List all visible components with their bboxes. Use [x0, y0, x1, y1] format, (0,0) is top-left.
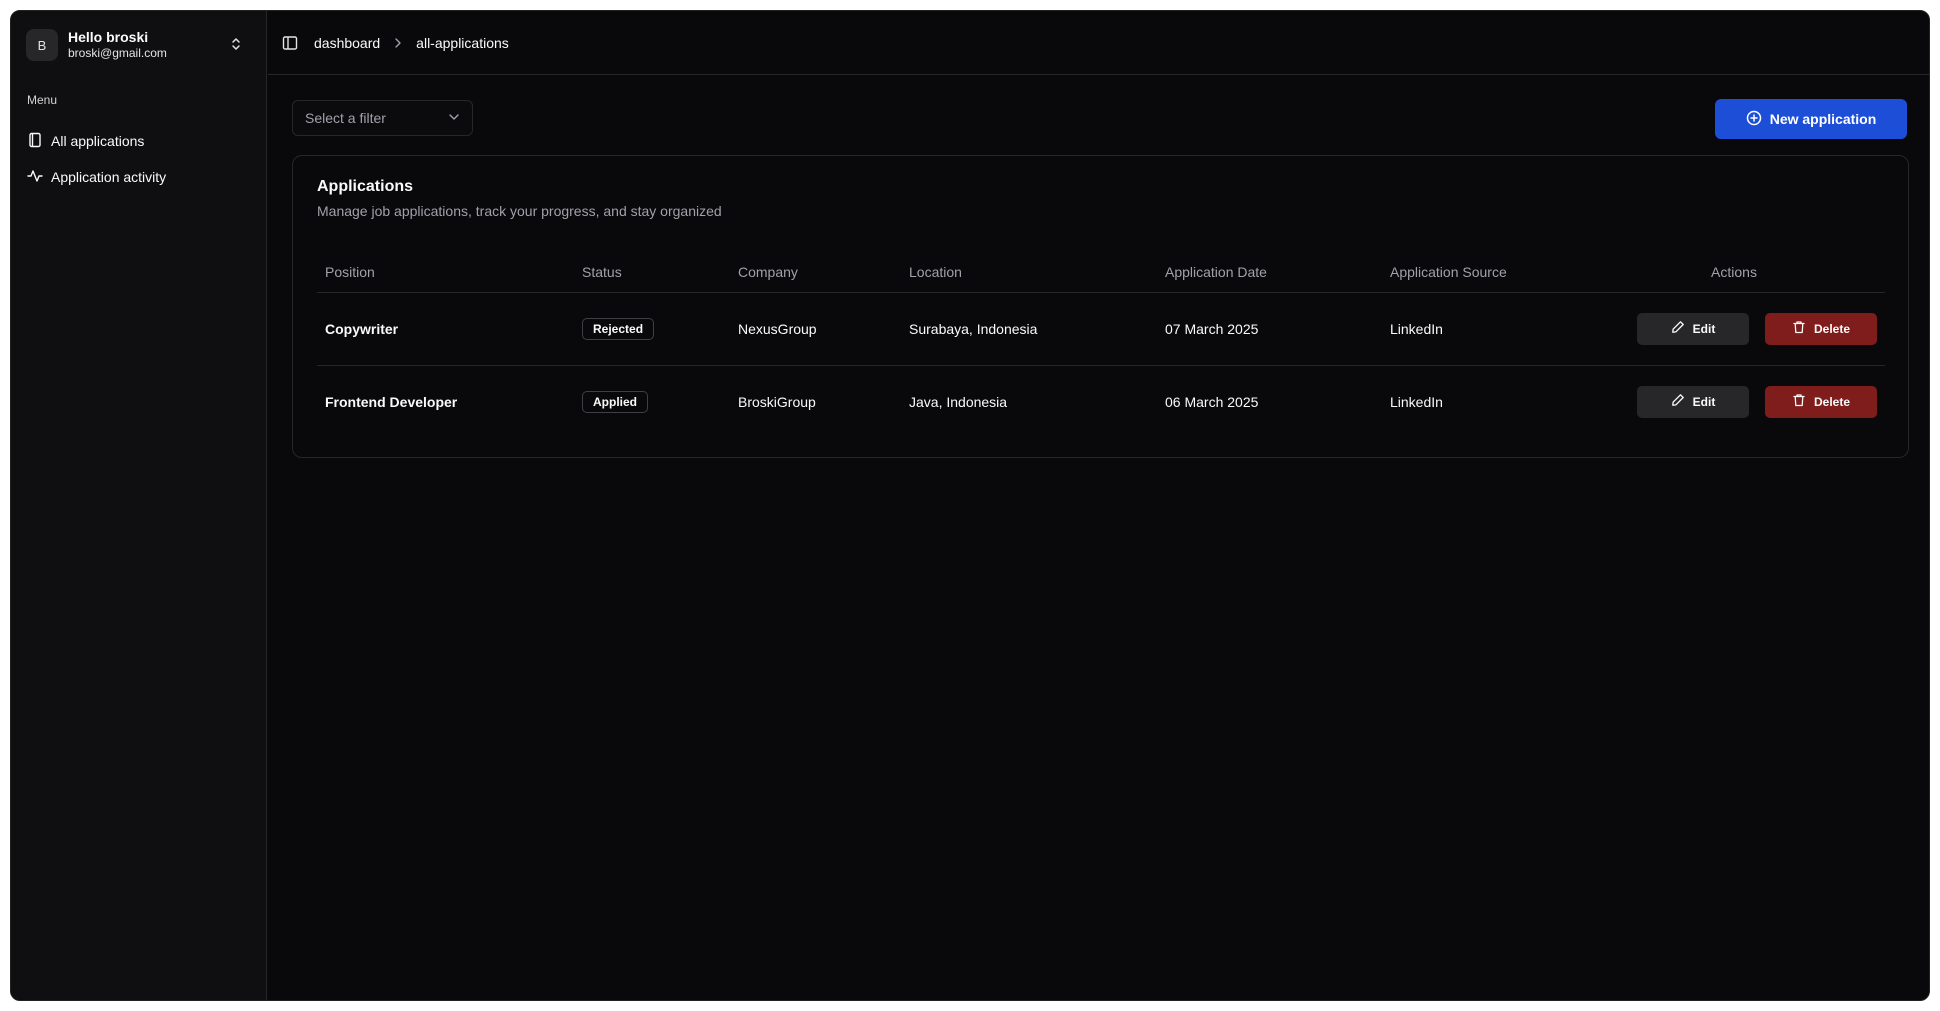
filter-placeholder: Select a filter: [305, 110, 386, 126]
edit-button[interactable]: Edit: [1637, 385, 1749, 418]
cell-source: LinkedIn: [1382, 364, 1583, 438]
activity-icon: [27, 168, 51, 187]
column-header: Application Source: [1382, 252, 1583, 293]
breadcrumb-dashboard[interactable]: dashboard: [314, 35, 380, 51]
column-header: Application Date: [1157, 252, 1382, 293]
delete-label: Delete: [1813, 321, 1851, 336]
sidebar-toggle-icon[interactable]: [280, 33, 300, 53]
cell-company: BroskiGroup: [730, 364, 901, 438]
new-application-label: New application: [1769, 111, 1877, 127]
column-header: Status: [574, 252, 730, 293]
edit-label: Edit: [1692, 321, 1716, 336]
breadcrumb: dashboard all-applications: [314, 35, 509, 51]
cell-company: NexusGroup: [738, 320, 817, 337]
cell-position: Frontend Developer: [317, 364, 574, 438]
chevrons-up-down-icon: [228, 36, 244, 57]
table-row: Frontend Developer Applied BroskiGroup J…: [317, 364, 1885, 438]
cell-source: LinkedIn: [1390, 320, 1443, 337]
cell-date: 06 March 2025: [1157, 364, 1382, 438]
avatar: B: [26, 29, 58, 61]
cell-status: Rejected: [574, 292, 730, 365]
delete-button[interactable]: Delete: [1765, 312, 1877, 345]
edit-label: Edit: [1692, 394, 1716, 409]
sidebar-item-label: Application activity: [51, 169, 167, 185]
trash-icon: [1792, 393, 1814, 410]
pencil-icon: [1671, 320, 1693, 337]
pencil-icon: [1671, 393, 1693, 410]
column-header: Position: [317, 252, 574, 293]
sidebar-item-application-activity[interactable]: Application activity: [21, 162, 257, 192]
table-header-row: Position Status Company Location Applica…: [317, 252, 1885, 293]
breadcrumb-all-applications: all-applications: [416, 34, 509, 51]
column-header: Actions: [1583, 252, 1885, 293]
cell-location: Surabaya, Indonesia: [909, 320, 1038, 337]
delete-button[interactable]: Delete: [1765, 385, 1877, 418]
menu-label: Menu: [27, 93, 58, 107]
delete-label: Delete: [1813, 394, 1851, 409]
sidebar-item-label: All applications: [51, 133, 145, 149]
cell-date: 07 March 2025: [1165, 320, 1259, 337]
trash-icon: [1792, 320, 1814, 337]
top-header: dashboard all-applications: [268, 11, 1929, 75]
new-application-button[interactable]: New application: [1715, 99, 1907, 139]
applications-table: Position Status Company Location Applica…: [317, 252, 1885, 438]
status-badge: Applied: [582, 390, 648, 413]
edit-button[interactable]: Edit: [1637, 312, 1749, 345]
card-title: Applications: [317, 178, 414, 195]
book-icon: [27, 132, 51, 151]
chevron-down-icon: [448, 110, 460, 126]
cell-actions: Edit Delete: [1583, 364, 1885, 438]
status-badge: Rejected: [582, 317, 655, 340]
chevron-right-icon: [392, 37, 404, 49]
cell-actions: Edit Delete: [1583, 292, 1885, 365]
user-name: Hello broski: [68, 28, 149, 45]
user-email: broski@gmail.com: [68, 46, 167, 61]
cell-position: Copywriter: [325, 320, 399, 337]
applications-card: Applications Manage job applications, tr…: [292, 155, 1909, 458]
sidebar-item-all-applications[interactable]: All applications: [21, 126, 257, 156]
sidebar: B Hello broski broski@gmail.com Menu All…: [11, 11, 267, 1000]
card-description: Manage job applications, track your prog…: [317, 203, 722, 219]
plus-circle-icon: [1746, 110, 1770, 129]
user-switcher[interactable]: B Hello broski broski@gmail.com: [26, 25, 252, 65]
column-header: Location: [901, 252, 1157, 293]
app-window: B Hello broski broski@gmail.com Menu All…: [10, 10, 1930, 1001]
column-header: Company: [730, 252, 901, 293]
cell-status: Applied: [574, 364, 730, 438]
filter-select[interactable]: Select a filter: [292, 100, 473, 136]
cell-location: Java, Indonesia: [901, 364, 1157, 438]
table-row: Copywriter Rejected NexusGroup Surabaya,…: [317, 292, 1885, 365]
